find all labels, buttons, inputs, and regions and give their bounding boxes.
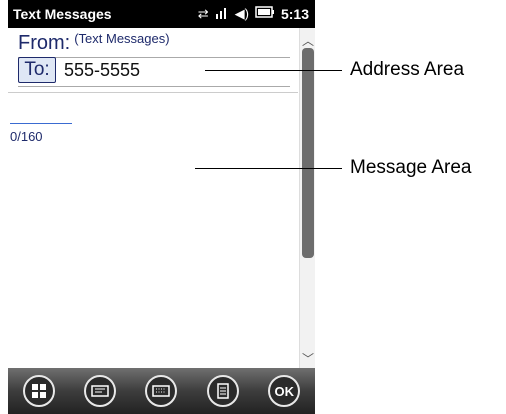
address-callout-line xyxy=(205,70,342,71)
from-value[interactable]: (Text Messages) xyxy=(74,31,169,46)
to-button[interactable]: To: xyxy=(18,57,56,83)
menu-icon xyxy=(217,383,229,399)
divider xyxy=(18,86,290,87)
message-input[interactable] xyxy=(10,123,72,124)
scroll-thumb[interactable] xyxy=(302,48,314,258)
keyboard-icon xyxy=(152,385,171,397)
battery-icon[interactable] xyxy=(255,6,275,21)
char-count: 0/160 xyxy=(10,129,43,144)
message-area-label: Message Area xyxy=(350,157,472,178)
signal-icon[interactable] xyxy=(215,5,229,22)
message-callout-line xyxy=(195,168,342,169)
divider xyxy=(8,92,298,93)
keyboard-button[interactable] xyxy=(145,375,178,407)
ok-button[interactable]: OK xyxy=(268,375,301,407)
menu-button[interactable] xyxy=(206,375,239,407)
to-field[interactable]: 555-5555 xyxy=(64,60,140,81)
phone-screen: Text Messages ⇄ ◀) 5:13 From: (Text Mess… xyxy=(8,0,315,414)
windows-start-button[interactable] xyxy=(22,375,55,407)
windows-start-icon xyxy=(31,384,46,398)
chevron-down-icon[interactable]: ﹀ xyxy=(302,350,314,367)
status-bar: Text Messages ⇄ ◀) 5:13 xyxy=(8,0,315,28)
connectivity-icon[interactable]: ⇄ xyxy=(198,6,209,22)
chevron-up-icon[interactable]: ︿ xyxy=(302,32,314,49)
status-icons: ⇄ ◀) 5:13 xyxy=(198,5,309,22)
volume-icon[interactable]: ◀) xyxy=(235,6,249,22)
sms-compose-icon xyxy=(91,385,109,397)
scrollbar[interactable]: ︿ ﹀ xyxy=(299,28,315,368)
bottom-toolbar: OK xyxy=(8,368,315,414)
compose-area: From: (Text Messages) To: 555-5555 0/160 xyxy=(8,28,298,368)
address-area-label: Address Area xyxy=(350,59,465,80)
from-label: From: xyxy=(18,32,71,54)
from-row: From: (Text Messages) xyxy=(18,31,170,55)
status-time[interactable]: 5:13 xyxy=(281,6,309,22)
status-title[interactable]: Text Messages xyxy=(13,6,112,22)
sms-compose-button[interactable] xyxy=(84,375,117,407)
